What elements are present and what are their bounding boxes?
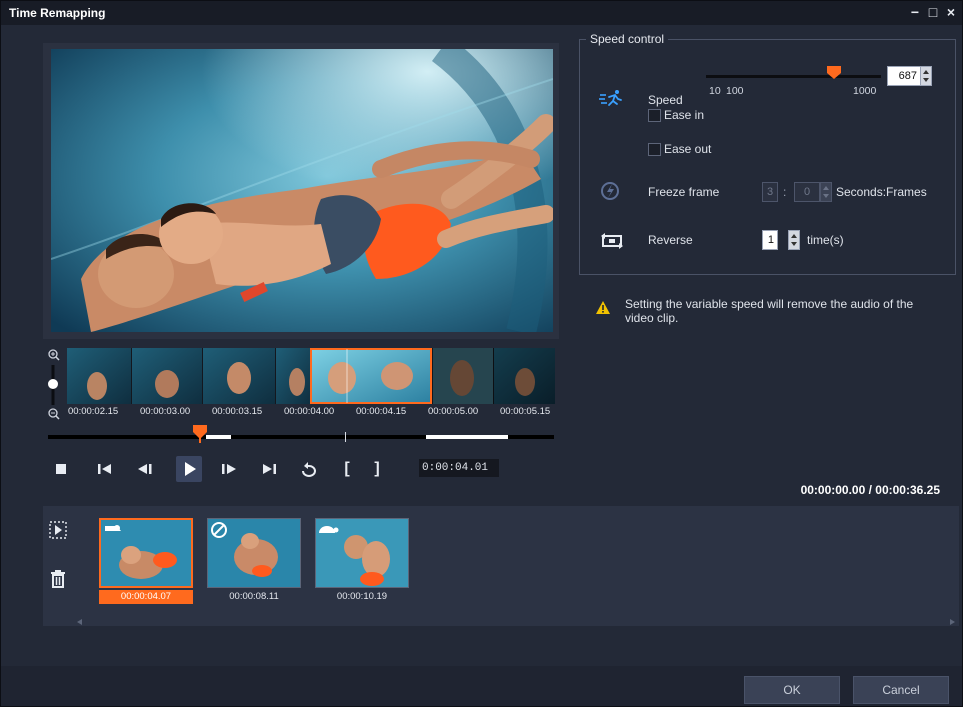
speed-input[interactable]: 687 bbox=[887, 66, 921, 86]
mark-out-button[interactable]: ] bbox=[364, 456, 390, 482]
dialog-footer: OK Cancel bbox=[1, 666, 962, 706]
minimize-button[interactable]: − bbox=[908, 4, 922, 20]
zoom-slider-thumb bbox=[48, 379, 58, 389]
bin-scrollbar[interactable] bbox=[75, 617, 957, 625]
clip-thumbnail[interactable]: 00:00:10.19 bbox=[315, 518, 409, 606]
slider-tick-label: 1000 bbox=[853, 85, 877, 97]
timeline-zoom bbox=[43, 347, 65, 422]
speed-segment bbox=[426, 435, 508, 439]
clip-frame bbox=[99, 518, 193, 588]
stop-icon bbox=[56, 464, 66, 474]
reverse-unit-label: time(s) bbox=[807, 233, 844, 247]
warning-message: Setting the variable speed will remove t… bbox=[625, 297, 914, 325]
tick-label: 00:00:02.15 bbox=[68, 406, 119, 417]
timeline-thumbnail-strip[interactable] bbox=[67, 348, 555, 404]
clip-time: 00:00:08.11 bbox=[229, 591, 279, 602]
go-to-start-icon bbox=[98, 464, 111, 474]
maximize-button[interactable]: □ bbox=[926, 4, 940, 20]
warning-icon bbox=[595, 300, 611, 316]
speed-icon bbox=[599, 89, 623, 109]
speed-spinner[interactable] bbox=[920, 66, 932, 86]
timeline-tick-labels: 00:00:02.15 00:00:03.00 00:00:03.15 00:0… bbox=[67, 406, 559, 420]
freeze-seconds-input[interactable]: 3 bbox=[762, 182, 778, 202]
previous-frame-icon bbox=[138, 464, 152, 474]
slider-tick-label: 10 bbox=[709, 85, 721, 97]
speed-slider-thumb[interactable] bbox=[827, 66, 841, 80]
slider-tick-label: 100 bbox=[726, 85, 744, 97]
time-remapping-window: Time Remapping − □ × 00:00:02.15 00:00:0… bbox=[0, 0, 963, 707]
ease-out-label: Ease out bbox=[664, 142, 712, 156]
repeat-button[interactable] bbox=[296, 456, 322, 482]
delete-clip-button[interactable] bbox=[48, 568, 68, 590]
tick-label: 00:00:05.00 bbox=[428, 406, 479, 417]
freeze-separator: : bbox=[783, 185, 787, 199]
total-duration: 00:00:00.00 / 00:00:36.25 bbox=[800, 483, 940, 497]
ease-out-checkbox[interactable] bbox=[648, 143, 661, 156]
freeze-frame-label: Freeze frame bbox=[648, 185, 720, 199]
freeze-frames-input[interactable]: 0 bbox=[794, 182, 820, 202]
play-icon bbox=[185, 462, 196, 476]
close-button[interactable]: × bbox=[944, 4, 958, 20]
tick-label: 00:00:04.15 bbox=[356, 406, 407, 417]
reverse-label: Reverse bbox=[648, 233, 693, 247]
tick-label: 00:00:03.00 bbox=[140, 406, 191, 417]
clip-frame bbox=[207, 518, 301, 588]
next-frame-button[interactable] bbox=[216, 456, 242, 482]
next-frame-icon bbox=[222, 464, 236, 474]
clip-frame bbox=[315, 518, 409, 588]
clip-time: 00:00:10.19 bbox=[336, 591, 388, 602]
ease-in-label: Ease in bbox=[664, 108, 705, 122]
tick-label: 00:00:04.00 bbox=[284, 406, 335, 417]
go-to-start-button[interactable] bbox=[92, 456, 118, 482]
cancel-button[interactable]: Cancel bbox=[853, 676, 949, 704]
stop-button[interactable] bbox=[48, 456, 74, 482]
reverse-count-spinner[interactable] bbox=[788, 230, 800, 250]
go-to-end-button[interactable] bbox=[256, 456, 282, 482]
previous-frame-button[interactable] bbox=[132, 456, 158, 482]
clip-time: 00:00:04.07 bbox=[99, 590, 193, 604]
go-to-end-icon bbox=[263, 464, 276, 474]
window-controls: − □ × bbox=[908, 4, 958, 20]
bin-toolbar bbox=[43, 506, 73, 626]
clip-bin: 00:00:04.07 00:00:08.11 00:00:10.19 bbox=[43, 506, 959, 626]
speed-label: Speed bbox=[648, 93, 683, 107]
zoom-out-icon bbox=[48, 408, 60, 420]
ease-in-checkbox[interactable] bbox=[648, 109, 661, 122]
freeze-unit-label: Seconds:Frames bbox=[836, 185, 927, 199]
add-clip-button[interactable] bbox=[47, 519, 69, 541]
zoom-in-icon bbox=[48, 349, 60, 361]
window-title: Time Remapping bbox=[9, 6, 106, 20]
ok-button[interactable]: OK bbox=[744, 676, 840, 704]
scrub-marker bbox=[345, 432, 346, 442]
mark-in-button[interactable]: [ bbox=[334, 456, 360, 482]
clip-thumbnail[interactable]: 00:00:04.07 bbox=[99, 518, 193, 606]
freeze-frames-spinner[interactable] bbox=[820, 182, 832, 202]
tick-label: 00:00:03.15 bbox=[212, 406, 263, 417]
repeat-icon bbox=[302, 462, 317, 477]
scroll-right-icon bbox=[950, 619, 955, 625]
scroll-left-icon bbox=[77, 619, 82, 625]
title-bar: Time Remapping − □ × bbox=[1, 1, 962, 25]
tick-label: 00:00:05.15 bbox=[500, 406, 551, 417]
speed-control-title: Speed control bbox=[586, 32, 669, 46]
speed-segment bbox=[206, 435, 231, 439]
clip-thumbnail[interactable]: 00:00:08.11 bbox=[207, 518, 301, 606]
timecode-field[interactable]: 0:00:04.01 bbox=[419, 459, 499, 477]
scrub-bar[interactable] bbox=[48, 432, 554, 442]
play-button[interactable] bbox=[176, 456, 202, 482]
play-frame-icon bbox=[49, 521, 67, 539]
trash-icon bbox=[51, 570, 65, 588]
reverse-icon bbox=[600, 231, 624, 251]
freeze-frame-icon bbox=[600, 181, 624, 201]
speed-slider[interactable] bbox=[706, 75, 881, 78]
reverse-count-input[interactable]: 1 bbox=[762, 230, 778, 250]
video-preview[interactable] bbox=[51, 49, 553, 332]
playhead-handle[interactable] bbox=[193, 425, 207, 443]
